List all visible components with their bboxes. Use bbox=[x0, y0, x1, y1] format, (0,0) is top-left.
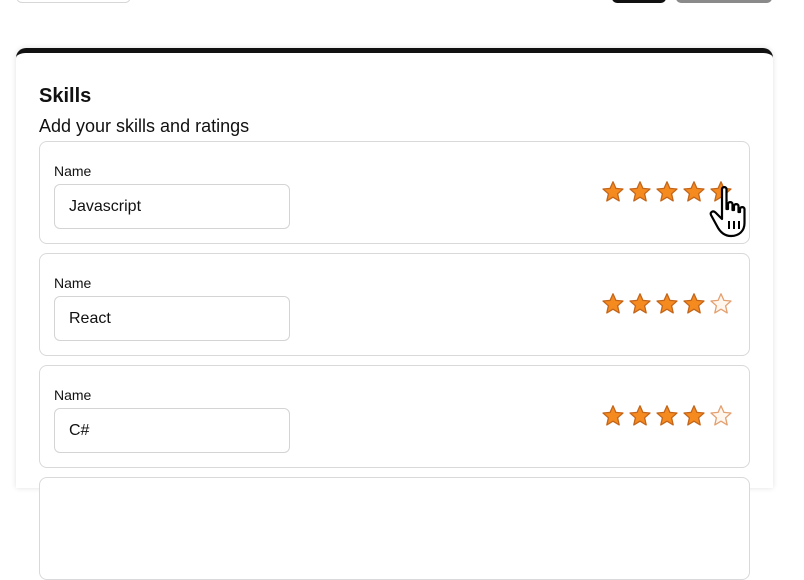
star-filled-icon[interactable] bbox=[709, 180, 733, 204]
star-filled-icon[interactable] bbox=[601, 404, 625, 428]
star-filled-icon[interactable] bbox=[655, 292, 679, 316]
star-filled-icon[interactable] bbox=[628, 292, 652, 316]
name-label: Name bbox=[54, 275, 92, 291]
star-filled-icon[interactable] bbox=[601, 292, 625, 316]
star-filled-icon[interactable] bbox=[682, 180, 706, 204]
name-label: Name bbox=[54, 163, 92, 179]
star-filled-icon[interactable] bbox=[601, 180, 625, 204]
star-filled-icon[interactable] bbox=[682, 292, 706, 316]
top-toolbar bbox=[0, 0, 804, 40]
top-left-input[interactable] bbox=[16, 0, 131, 3]
rating-stars[interactable] bbox=[601, 292, 733, 316]
star-filled-icon[interactable] bbox=[682, 404, 706, 428]
skill-name-input[interactable] bbox=[54, 296, 290, 341]
skill-row: Name bbox=[39, 253, 750, 356]
skill-row bbox=[39, 477, 750, 580]
secondary-button[interactable] bbox=[676, 0, 772, 3]
rating-stars[interactable] bbox=[601, 180, 733, 204]
card-subtitle: Add your skills and ratings bbox=[39, 116, 250, 136]
card-title: Skills bbox=[39, 85, 92, 107]
primary-button[interactable] bbox=[612, 0, 666, 3]
skill-name-input[interactable] bbox=[54, 408, 290, 453]
star-filled-icon[interactable] bbox=[628, 404, 652, 428]
star-filled-icon[interactable] bbox=[655, 180, 679, 204]
skill-row: Name bbox=[39, 141, 750, 244]
star-empty-icon[interactable] bbox=[709, 292, 733, 316]
skill-name-input[interactable] bbox=[54, 184, 290, 229]
skill-row: Name bbox=[39, 365, 750, 468]
rating-stars[interactable] bbox=[601, 404, 733, 428]
star-filled-icon[interactable] bbox=[628, 180, 652, 204]
skills-card: Skills Add your skills and ratings Name … bbox=[16, 48, 773, 580]
star-empty-icon[interactable] bbox=[709, 404, 733, 428]
name-label: Name bbox=[54, 387, 92, 403]
star-filled-icon[interactable] bbox=[655, 404, 679, 428]
